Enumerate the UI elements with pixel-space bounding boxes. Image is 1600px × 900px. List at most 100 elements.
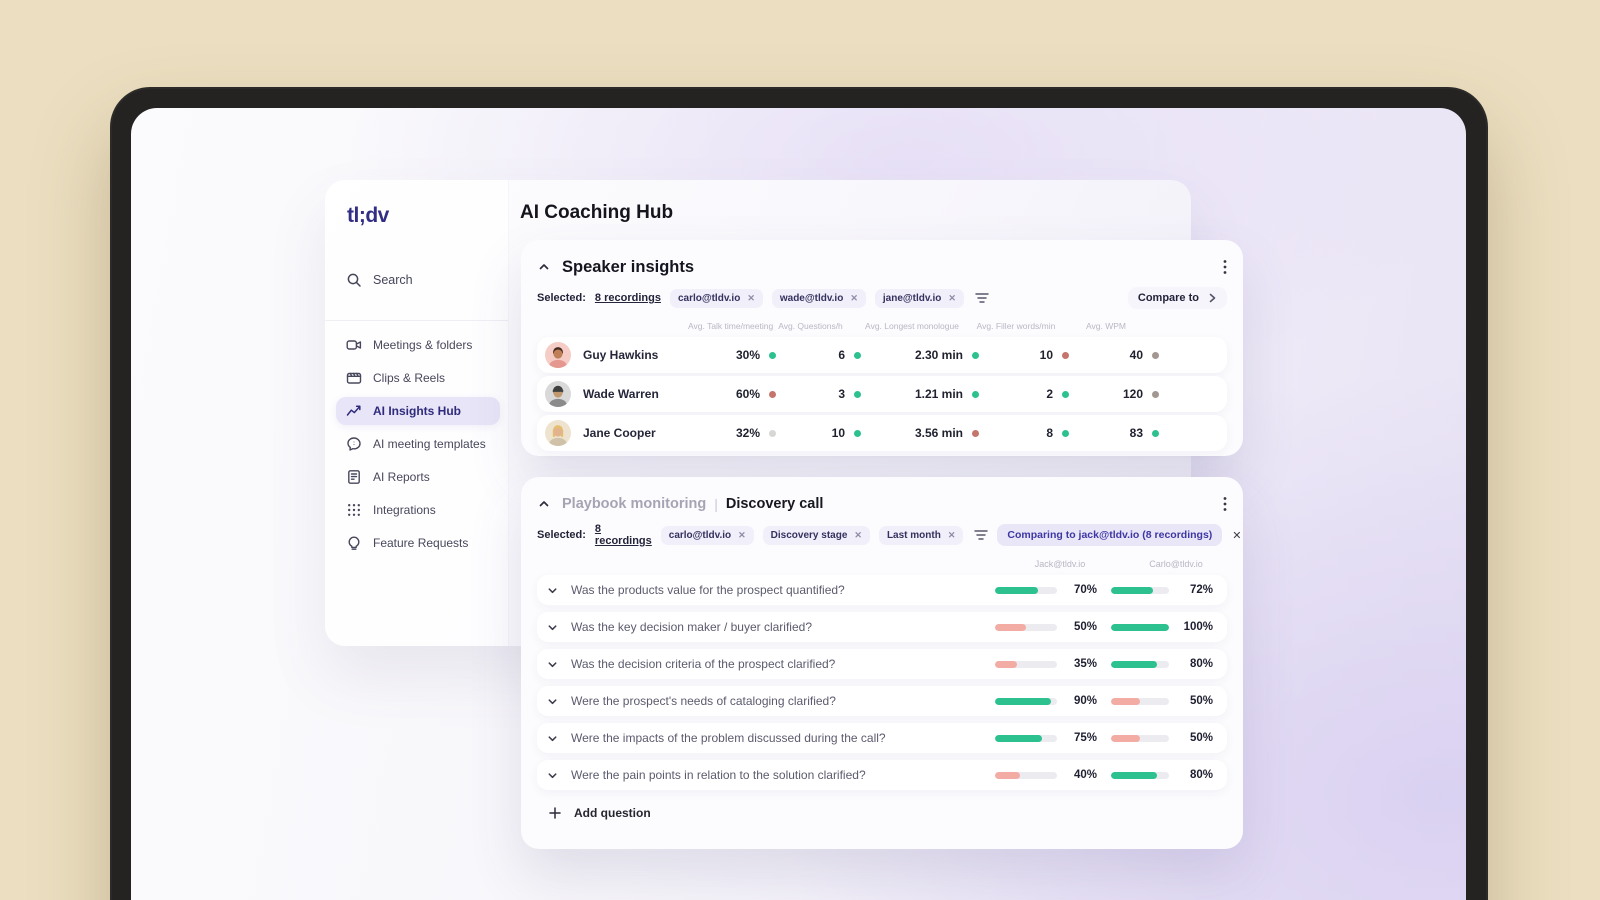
chevron-down-icon[interactable]	[547, 585, 571, 596]
close-icon[interactable]: ✕	[948, 293, 956, 303]
chevron-down-icon[interactable]	[547, 733, 571, 744]
selected-label: Selected:	[537, 529, 586, 541]
playbook-chip-carlo-tldv-io[interactable]: carlo@tldv.io ✕	[660, 525, 754, 545]
status-dot-green	[854, 351, 861, 359]
speaker-row-jane-cooper[interactable]: Jane Cooper 32% 10 3.56 min 8 83	[537, 415, 1227, 451]
add-question-button[interactable]: Add question	[537, 798, 1227, 828]
speaker-row-wade-warren[interactable]: Wade Warren 60% 3 1.21 min 2 120	[537, 376, 1227, 412]
question-row[interactable]: Was the decision criteria of the prospec…	[537, 649, 1227, 679]
status-dot-gray	[1152, 390, 1159, 398]
playbook-chip-discovery-stage[interactable]: Discovery stage ✕	[762, 525, 870, 545]
speaker-name: Jane Cooper	[583, 426, 656, 440]
close-icon[interactable]: ✕	[1232, 529, 1241, 542]
close-icon[interactable]: ✕	[854, 530, 862, 540]
chevron-down-icon[interactable]	[547, 622, 571, 633]
speaker-name: Guy Hawkins	[583, 348, 659, 362]
video-camera-icon	[346, 337, 362, 353]
status-dot-green	[972, 390, 979, 398]
filter-icon[interactable]	[975, 292, 989, 304]
speaker-chip-jane-tldv-io[interactable]: jane@tldv.io ✕	[874, 288, 964, 308]
metric-value: 6	[838, 348, 845, 362]
progress-value-left: 75%	[1073, 732, 1097, 744]
question-row[interactable]: Were the impacts of the problem discusse…	[537, 723, 1227, 753]
sidebar-item-clips-reels[interactable]: Clips & Reels	[336, 364, 500, 392]
chip-label: jane@tldv.io	[882, 292, 942, 304]
progress-bar-right	[1111, 697, 1169, 705]
progress-value-right: 50%	[1189, 695, 1213, 707]
question-row[interactable]: Was the products value for the prospect …	[537, 575, 1227, 605]
laptop-screen: tl;dv Search Meetings & folders Clips & R…	[131, 108, 1466, 900]
metric-value: 120	[1122, 387, 1143, 401]
sidebar-item-label: Feature Requests	[373, 536, 469, 550]
column-header: Avg. Filler words/min	[976, 320, 1056, 331]
metric-value: 2.30 min	[914, 348, 963, 362]
metric-value: 30%	[735, 348, 760, 362]
progress-value-left: 35%	[1073, 658, 1097, 670]
sidebar-item-label: Clips & Reels	[373, 371, 446, 385]
close-icon[interactable]: ✕	[747, 293, 755, 303]
question-row[interactable]: Were the prospect's needs of cataloging …	[537, 686, 1227, 716]
chevron-down-icon[interactable]	[547, 659, 571, 670]
speaker-chip-carlo-tldv-io[interactable]: carlo@tldv.io ✕	[669, 288, 763, 308]
add-question-label: Add question	[574, 806, 651, 820]
speaker-chip-wade-tldv-io[interactable]: wade@tldv.io ✕	[771, 288, 866, 308]
column-header: Avg. WPM	[1086, 320, 1126, 331]
sidebar-item-label: AI meeting templates	[373, 437, 486, 451]
compare-to-button[interactable]: Compare to	[1127, 287, 1227, 309]
chevron-right-icon	[1207, 293, 1217, 303]
avatar	[545, 381, 571, 407]
speaker-row-guy-hawkins[interactable]: Guy Hawkins 30% 6 2.30 min 10 40	[537, 337, 1227, 373]
speaker-filter-chips: carlo@tldv.io ✕ wade@tldv.io ✕ jane@tldv.io ✕	[669, 288, 964, 308]
close-icon[interactable]: ✕	[850, 293, 858, 303]
close-icon[interactable]: ✕	[738, 530, 746, 540]
chip-label: carlo@tldv.io	[677, 292, 741, 304]
comparing-to-chip[interactable]: Comparing to jack@tldv.io (8 recordings)	[997, 524, 1223, 546]
progress-value-right: 50%	[1189, 732, 1213, 744]
progress-bar-left	[995, 697, 1057, 705]
sidebar-item-label: Integrations	[373, 503, 436, 517]
selected-recordings-link[interactable]: 8 recordings	[595, 523, 652, 547]
chevron-down-icon[interactable]	[547, 770, 571, 781]
sidebar-item-meetings-folders[interactable]: Meetings & folders	[336, 331, 500, 359]
kebab-menu-icon[interactable]	[1223, 259, 1227, 275]
sidebar-divider	[325, 320, 508, 321]
selected-recordings-link[interactable]: 8 recordings	[595, 292, 661, 304]
sidebar-item-ai-meeting-templates[interactable]: AI meeting templates	[336, 430, 500, 458]
filter-icon[interactable]	[974, 529, 989, 541]
chevron-down-icon[interactable]	[547, 696, 571, 707]
sidebar-item-ai-insights-hub[interactable]: AI Insights Hub	[336, 397, 500, 425]
progress-value-right: 80%	[1189, 658, 1213, 670]
progress-bar-left	[995, 623, 1057, 631]
compare-to-label: Compare to	[1137, 292, 1199, 304]
playbook-chip-last-month[interactable]: Last month ✕	[878, 525, 964, 545]
progress-value-left: 90%	[1073, 695, 1097, 707]
collapse-chevron-up-icon[interactable]	[537, 260, 551, 274]
clapperboard-icon	[346, 370, 362, 386]
status-dot-red	[1062, 351, 1069, 359]
insights-chart-icon	[346, 403, 362, 419]
sidebar-item-label: AI Reports	[373, 470, 430, 484]
playbook-columns-header: Jack@tldv.io Carlo@tldv.io	[537, 557, 1227, 570]
progress-bar-left	[995, 586, 1057, 594]
status-dot-green	[1062, 390, 1069, 398]
sidebar-item-ai-reports[interactable]: AI Reports	[336, 463, 500, 491]
playbook-question-list: Was the products value for the prospect …	[537, 575, 1227, 790]
sidebar-item-integrations[interactable]: Integrations	[336, 496, 500, 524]
sidebar-item-feature-requests[interactable]: Feature Requests	[336, 529, 500, 557]
close-icon[interactable]: ✕	[948, 530, 956, 540]
app-logo: tl;dv	[347, 204, 389, 227]
plus-icon	[549, 807, 561, 819]
progress-bar-right	[1111, 734, 1169, 742]
status-dot-green	[972, 351, 979, 359]
question-row[interactable]: Were the pain points in relation to the …	[537, 760, 1227, 790]
collapse-chevron-up-icon[interactable]	[537, 497, 551, 511]
playbook-filter-chips: carlo@tldv.io ✕ Discovery stage ✕ Last month…	[660, 525, 964, 545]
kebab-menu-icon[interactable]	[1223, 496, 1227, 512]
column-header: Avg. Longest monologue	[865, 320, 959, 331]
search-button[interactable]: Search	[346, 272, 508, 288]
question-text: Were the impacts of the problem discusse…	[571, 731, 886, 745]
desktop-background: tl;dv Search Meetings & folders Clips & R…	[0, 0, 1600, 900]
column-header: Avg. Questions/h	[778, 320, 843, 331]
question-row[interactable]: Was the key decision maker / buyer clari…	[537, 612, 1227, 642]
status-dot-green	[769, 351, 776, 359]
